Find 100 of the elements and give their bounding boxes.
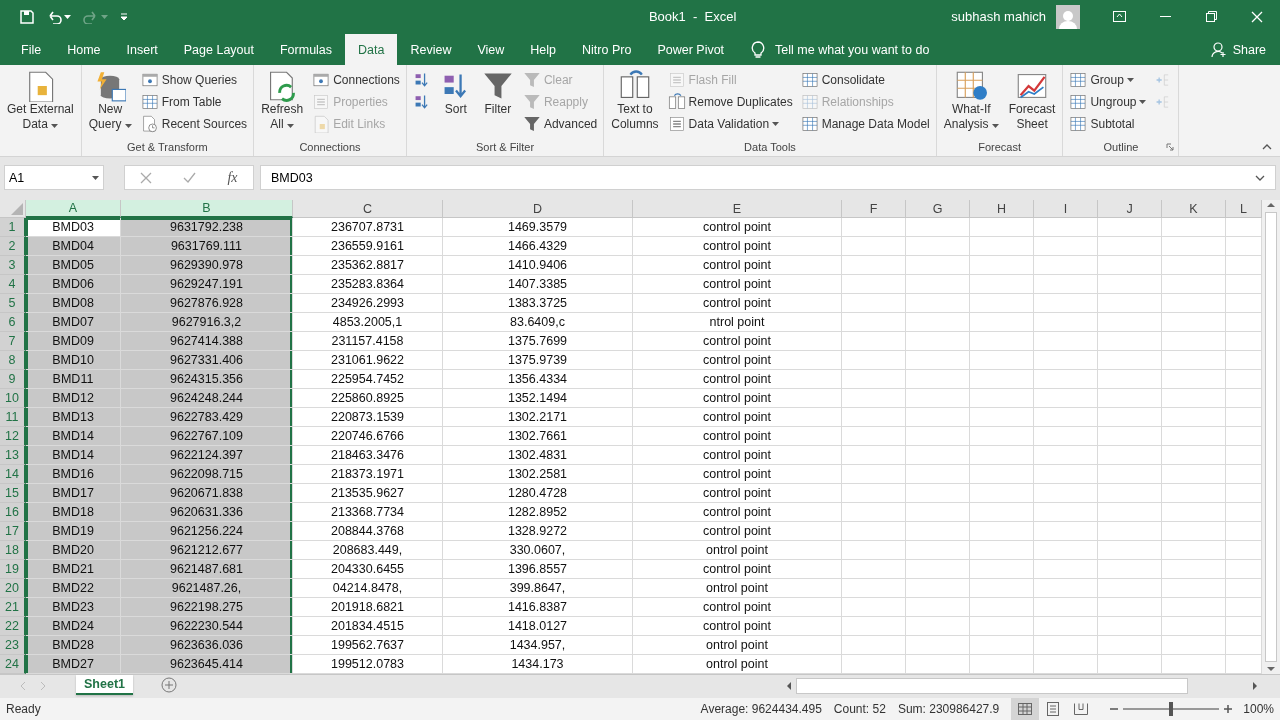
ribbon-tab[interactable]: Data <box>345 34 398 65</box>
table-cell: BMD14 <box>26 427 121 446</box>
ribbon-button[interactable]: What-If Analysis <box>940 68 1002 138</box>
ribbon-tab[interactable]: Home <box>54 34 114 65</box>
scrollbar-thumb[interactable] <box>796 678 1188 694</box>
column-header[interactable]: L <box>1226 200 1262 218</box>
table-cell: BMD27 <box>26 655 121 674</box>
sheet-tab[interactable]: Sheet1 <box>76 675 133 695</box>
ribbon-tab[interactable]: File <box>8 34 55 65</box>
ribbon-tab[interactable]: Review <box>397 34 465 65</box>
row-header[interactable]: 8 <box>0 351 26 370</box>
ribbon-button[interactable]: From Table <box>138 91 250 112</box>
table-cell <box>842 256 906 275</box>
zoom-in-icon[interactable] <box>1223 704 1234 714</box>
column-header[interactable]: J <box>1098 200 1162 218</box>
column-header[interactable]: C <box>293 200 443 218</box>
ribbon-button[interactable]: Forecast Sheet <box>1005 68 1059 138</box>
row-header[interactable]: 18 <box>0 541 26 560</box>
dialog-launcher-icon[interactable] <box>1166 143 1175 151</box>
table-cell: BMD10 <box>26 351 121 370</box>
ribbon-button[interactable]: Text to Columns <box>608 68 662 138</box>
row-header[interactable]: 22 <box>0 617 26 636</box>
ribbon-button[interactable]: Refresh All <box>258 68 307 138</box>
ribbon-button[interactable]: Recent Sources <box>138 113 250 134</box>
ribbon-button[interactable]: Manage Data Model <box>798 113 932 134</box>
ribbon-tab[interactable]: View <box>464 34 518 65</box>
tell-me-field[interactable]: Tell me what you want to do <box>773 41 974 58</box>
row-header[interactable]: 6 <box>0 313 26 332</box>
up-arrow-icon[interactable] <box>1267 200 1275 210</box>
collapse-icon[interactable] <box>1262 144 1272 150</box>
row-header[interactable]: 15 <box>0 484 26 503</box>
check-icon[interactable] <box>183 172 197 183</box>
ribbon-tab[interactable]: Help <box>517 34 570 65</box>
row-header[interactable]: 4 <box>0 275 26 294</box>
ribbon-tab[interactable]: Page Layout <box>170 34 267 65</box>
row-header[interactable]: 10 <box>0 389 26 408</box>
ribbon-tab[interactable]: Insert <box>113 34 171 65</box>
row-header[interactable]: 20 <box>0 579 26 598</box>
avatar[interactable] <box>1056 4 1080 29</box>
row-header[interactable]: 2 <box>0 237 26 256</box>
column-header[interactable]: G <box>906 200 970 218</box>
column-header[interactable]: E <box>633 200 842 218</box>
ribbon-button[interactable]: Group <box>1067 69 1149 90</box>
scrollbar-thumb[interactable] <box>1265 212 1277 662</box>
row-header[interactable]: 16 <box>0 503 26 522</box>
row-header[interactable]: 17 <box>0 522 26 541</box>
row-header[interactable]: 23 <box>0 636 26 655</box>
page-icon <box>1047 702 1060 716</box>
column-header[interactable]: B <box>121 200 293 218</box>
ribbon-button[interactable]: Advanced <box>520 113 600 134</box>
slider-thumb[interactable] <box>1169 702 1174 716</box>
row-header[interactable]: 5 <box>0 294 26 313</box>
column-header[interactable]: I <box>1034 200 1098 218</box>
column-header[interactable]: K <box>1162 200 1226 218</box>
row-header[interactable]: 7 <box>0 332 26 351</box>
row-header[interactable]: 9 <box>0 370 26 389</box>
row-header[interactable]: 3 <box>0 256 26 275</box>
table-cell <box>1098 370 1162 389</box>
vertical-scrollbar[interactable] <box>1262 200 1280 674</box>
row-header[interactable]: 11 <box>0 408 26 427</box>
column-header[interactable]: H <box>970 200 1034 218</box>
ribbon-tab[interactable]: Nitro Pro <box>569 34 645 65</box>
insert-function-button[interactable]: fx <box>227 169 238 186</box>
column-header[interactable]: A <box>26 200 121 218</box>
row-header[interactable]: 21 <box>0 598 26 617</box>
row-header[interactable]: 1 <box>0 218 26 237</box>
row-header[interactable]: 24 <box>0 655 26 674</box>
expand-icon[interactable] <box>1255 174 1265 181</box>
ribbon-button[interactable]: Subtotal <box>1067 113 1149 134</box>
share-button[interactable]: Share <box>1196 34 1280 65</box>
ribbon-button[interactable]: New Query <box>85 68 135 138</box>
ribbon-button[interactable]: Data Validation <box>665 113 795 134</box>
row-header[interactable]: 13 <box>0 446 26 465</box>
ribbon-tab[interactable]: Power Pivot <box>644 34 738 65</box>
table-cell <box>842 313 906 332</box>
ribbon-button[interactable]: Filter <box>478 68 517 138</box>
column-header[interactable]: D <box>443 200 633 218</box>
ribbon-button[interactable]: Consolidate <box>798 69 932 90</box>
table-cell <box>1162 579 1226 598</box>
cancel-icon[interactable] <box>140 171 153 184</box>
ribbon-button[interactable]: Connections <box>310 69 402 90</box>
ribbon-button[interactable]: Get External Data <box>4 68 77 138</box>
ribbon-button[interactable]: Remove Duplicates <box>665 91 795 112</box>
name-box[interactable]: A1 <box>4 165 104 190</box>
add-sheet-icon[interactable] <box>161 677 177 693</box>
table-cell: control point <box>633 598 842 617</box>
ribbon-button[interactable]: Sort <box>436 68 475 138</box>
table-cell <box>1034 503 1098 522</box>
formula-field[interactable]: BMD03 <box>260 165 1276 190</box>
table-cell: 208683.449, <box>293 541 443 560</box>
ribbon-button[interactable]: Show Queries <box>138 69 250 90</box>
table-cell <box>970 370 1034 389</box>
column-header[interactable]: F <box>842 200 906 218</box>
row-header[interactable]: 19 <box>0 560 26 579</box>
row-header[interactable]: 12 <box>0 427 26 446</box>
row-header[interactable]: 14 <box>0 465 26 484</box>
view-button[interactable] <box>1011 698 1040 720</box>
ribbon-tab[interactable]: Formulas <box>266 34 346 65</box>
down-arrow-icon[interactable] <box>1267 664 1275 674</box>
ribbon-button[interactable]: Ungroup <box>1067 91 1149 112</box>
